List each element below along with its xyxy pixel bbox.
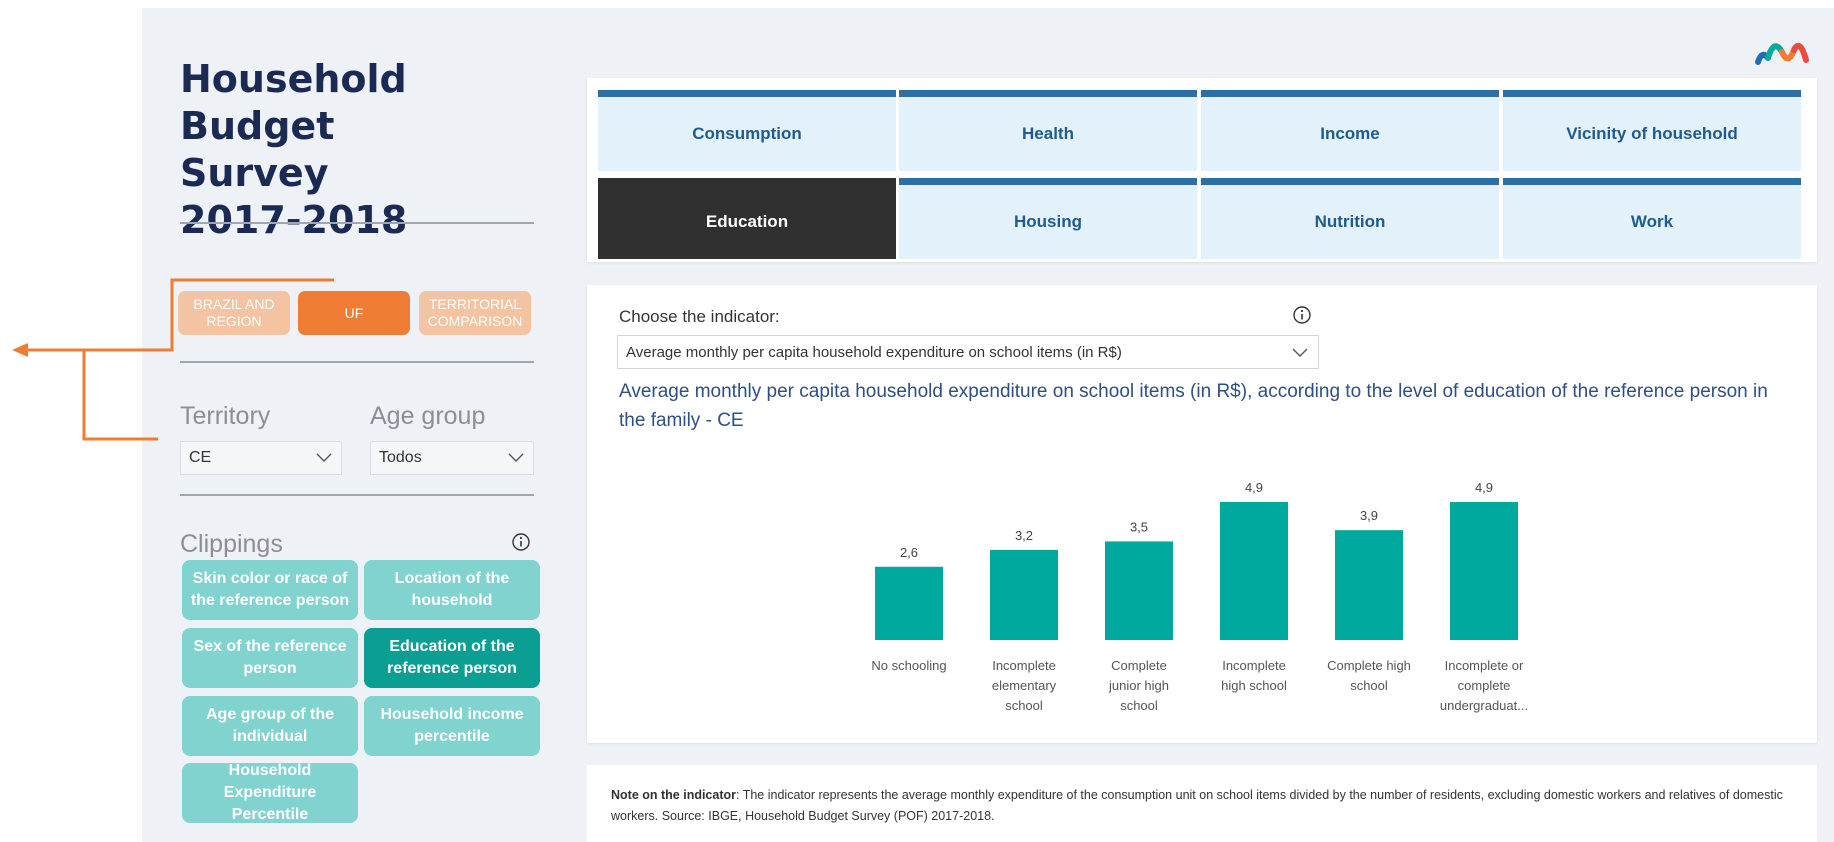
scope-button-brazil-region[interactable]: BRAZIL AND REGION: [178, 291, 290, 335]
territory-label: Territory: [180, 402, 271, 430]
divider: [180, 222, 534, 224]
bar-value-label: 3,9: [1360, 508, 1378, 523]
tab-bar: Consumption Health Income Vicinity of ho…: [587, 78, 1817, 262]
x-tick-label: Incomplete: [992, 658, 1056, 673]
bar-value-label: 4,9: [1475, 480, 1493, 495]
chart-bar[interactable]: [1335, 530, 1403, 640]
bar-chart: 2,6 No schooling 3,2 Incomplete elementary sc…: [871, 480, 1528, 713]
tab-nutrition[interactable]: Nutrition: [1201, 178, 1499, 259]
clipping-sex[interactable]: Sex of the reference person: [182, 628, 358, 688]
tab-health[interactable]: Health: [899, 90, 1197, 171]
x-tick-label: complete: [1458, 678, 1511, 693]
chevron-down-icon: [508, 453, 524, 462]
indicator-note: Note on the indicator: The indicator rep…: [587, 765, 1817, 842]
divider: [180, 494, 534, 496]
clipping-education[interactable]: Education of the reference person: [364, 628, 540, 688]
x-tick-label: elementary: [992, 678, 1057, 693]
chart-bar[interactable]: [1450, 502, 1518, 640]
scope-label: REGION: [206, 313, 262, 329]
tab-consumption[interactable]: Consumption: [598, 90, 896, 171]
note-text: : The indicator represents the average m…: [611, 788, 1783, 823]
clipping-location[interactable]: Location of the household: [364, 560, 540, 620]
page-title: Household Budget Survey 2017-2018: [180, 56, 480, 244]
scope-label: BRAZIL AND: [193, 296, 275, 312]
scope-label: COMPARISON: [427, 313, 523, 329]
chart-bar[interactable]: [875, 566, 943, 640]
tab-vicinity[interactable]: Vicinity of household: [1503, 90, 1801, 171]
x-tick-label: school: [1120, 698, 1158, 713]
x-tick-label: No schooling: [871, 658, 946, 673]
x-tick-label: school: [1350, 678, 1388, 693]
clipping-age-group[interactable]: Age group of the individual: [182, 696, 358, 756]
x-tick-label: high school: [1221, 678, 1287, 693]
x-tick-label: Complete high: [1327, 658, 1411, 673]
chart-bar[interactable]: [1220, 502, 1288, 640]
title-line: Household: [180, 57, 407, 101]
age-group-value: Todos: [379, 449, 422, 466]
age-group-label: Age group: [370, 402, 486, 430]
scope-button-territorial-comparison[interactable]: TERRITORIAL COMPARISON: [419, 291, 531, 335]
scope-button-uf[interactable]: UF: [298, 291, 410, 335]
logo-icon: [1755, 42, 1809, 65]
territory-select[interactable]: CE: [180, 441, 342, 475]
title-line: Survey: [180, 151, 329, 195]
title-line: Budget: [180, 104, 335, 148]
territory-value: CE: [189, 449, 212, 466]
chart-bar[interactable]: [990, 549, 1058, 640]
bar-value-label: 4,9: [1245, 480, 1263, 495]
title-line: 2017-2018: [180, 198, 408, 242]
tab-income[interactable]: Income: [1201, 90, 1499, 171]
clipping-income-percentile[interactable]: Household income percentile: [364, 696, 540, 756]
x-tick-label: Complete: [1111, 658, 1167, 673]
chart-card: Choose the indicator: Average monthly pe…: [587, 285, 1817, 743]
clipping-expenditure-percentile[interactable]: Household Expenditure Percentile: [182, 762, 358, 823]
x-tick-label: Incomplete or: [1445, 658, 1524, 673]
tab-work[interactable]: Work: [1503, 178, 1801, 259]
dashboard: Household Budget Survey 2017-2018 BRAZIL…: [142, 8, 1834, 842]
scope-label: UF: [344, 304, 364, 321]
clipping-skin-color[interactable]: Skin color or race of the reference pers…: [182, 560, 358, 620]
chart-bar[interactable]: [1105, 541, 1173, 640]
bar-value-label: 3,2: [1015, 528, 1033, 543]
info-icon[interactable]: [511, 532, 531, 552]
note-label: Note on the indicator: [611, 788, 736, 802]
scope-label: TERRITORIAL: [428, 296, 522, 312]
clippings-label: Clippings: [180, 530, 283, 558]
chevron-down-icon: [316, 453, 332, 462]
tab-education[interactable]: Education: [598, 178, 896, 259]
x-tick-label: school: [1005, 698, 1043, 713]
age-group-select[interactable]: Todos: [370, 441, 534, 475]
tab-housing[interactable]: Housing: [899, 178, 1197, 259]
x-tick-label: junior high: [1108, 678, 1169, 693]
bar-value-label: 3,5: [1130, 519, 1148, 534]
x-tick-label: Incomplete: [1222, 658, 1286, 673]
x-tick-label: undergraduat...: [1440, 698, 1528, 713]
divider: [180, 361, 534, 363]
bar-value-label: 2,6: [900, 545, 918, 560]
